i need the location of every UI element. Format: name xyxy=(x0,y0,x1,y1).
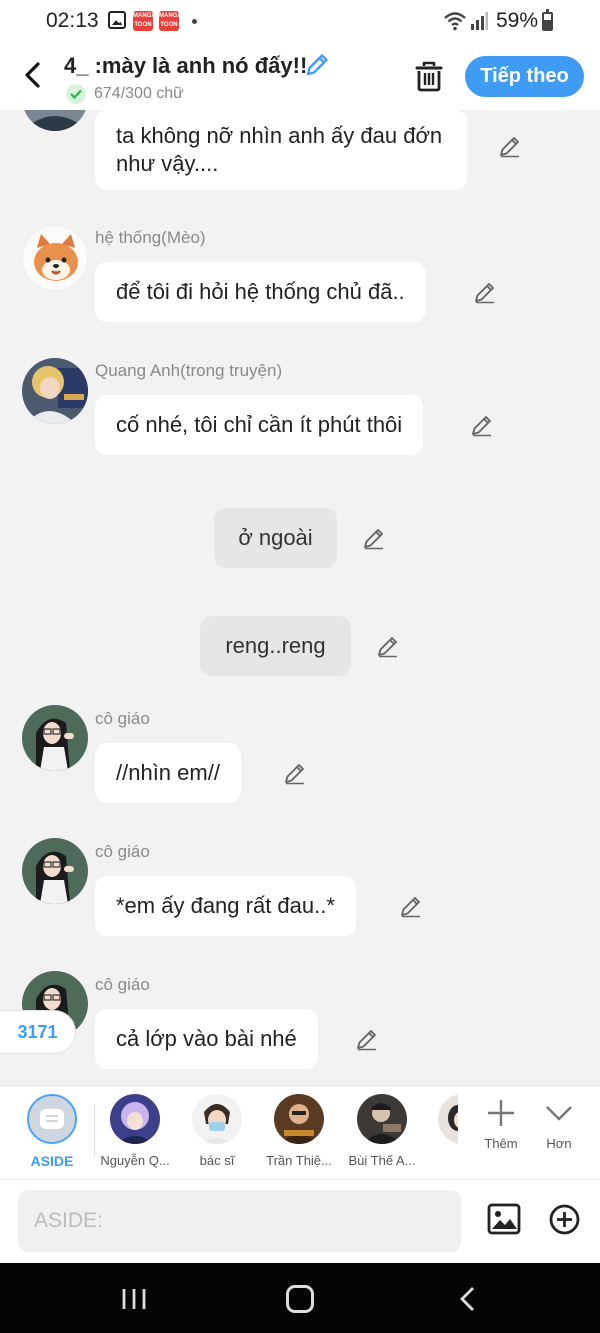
pencil-icon[interactable] xyxy=(355,1027,379,1051)
character-item[interactable] xyxy=(416,1094,458,1153)
signal-icon xyxy=(471,12,488,30)
battery-percent: 59% xyxy=(496,9,539,32)
message-bubble[interactable]: *em ấy đang rất đau..* xyxy=(95,876,356,936)
battery-icon xyxy=(542,9,553,31)
character-name: bác sĩ xyxy=(199,1153,235,1168)
input-bar xyxy=(0,1180,600,1263)
pencil-icon[interactable] xyxy=(304,52,330,78)
avatar xyxy=(357,1094,407,1144)
pencil-icon[interactable] xyxy=(498,134,522,158)
mangatoon-notification-icon: MANGA TOON xyxy=(133,11,156,31)
pencil-icon[interactable] xyxy=(376,634,400,658)
pencil-icon[interactable] xyxy=(473,280,497,304)
content-count-badge[interactable]: 3171 xyxy=(0,1010,76,1054)
pencil-icon[interactable] xyxy=(470,413,494,437)
editor-header: 4_ :mày là anh nó đấy!! 674/300 chữ Tiếp… xyxy=(0,44,600,110)
chat-area[interactable]: ta không nỡ nhìn anh ấy đau đớn như vậy.… xyxy=(0,110,600,1085)
avatar[interactable] xyxy=(22,838,88,904)
avatar xyxy=(192,1094,242,1144)
more-label: Hơn xyxy=(546,1136,572,1151)
sender-name: cô giáo xyxy=(95,975,150,994)
recents-icon[interactable] xyxy=(120,1287,148,1311)
chevron-down-icon xyxy=(546,1106,572,1121)
character-name: Bùi Thế A... xyxy=(348,1153,416,1168)
character-aside[interactable]: ASIDE xyxy=(10,1094,94,1169)
character-item[interactable]: Trần Thiệ... xyxy=(257,1094,341,1168)
character-bar: ASIDE Nguyễn Q... bác sĩ Trần Thiệ... Bù… xyxy=(0,1085,600,1179)
message-bubble[interactable]: //nhìn em// xyxy=(95,743,241,803)
back-icon[interactable] xyxy=(20,60,46,90)
add-character-button[interactable]: Thêm xyxy=(473,1098,529,1151)
avatar[interactable] xyxy=(22,225,88,291)
status-bar: 02:13 MANGA TOON MANGA TOON 59% xyxy=(0,0,600,44)
more-notifications-dot xyxy=(192,19,197,24)
pencil-icon[interactable] xyxy=(283,761,307,785)
avatar xyxy=(110,1094,160,1144)
plus-icon xyxy=(488,1100,514,1126)
trash-icon[interactable] xyxy=(414,60,444,92)
home-icon[interactable] xyxy=(286,1285,314,1313)
mangatoon-notification-icon: MANGA TOON xyxy=(159,11,182,31)
word-count: 674/300 chữ xyxy=(66,84,184,104)
character-item[interactable]: Bùi Thế A... xyxy=(340,1094,424,1168)
expand-characters-button[interactable]: Hơn xyxy=(531,1098,587,1151)
message-bubble[interactable]: cả lớp vào bài nhé xyxy=(95,1009,318,1069)
aside-icon xyxy=(27,1094,77,1144)
message-bubble[interactable]: cố nhé, tôi chỉ cần ít phút thôi xyxy=(95,395,424,455)
chapter-title[interactable]: 4_ :mày là anh nó đấy!! xyxy=(64,53,307,79)
next-button[interactable]: Tiếp theo xyxy=(465,56,584,97)
character-name: Trần Thiệ... xyxy=(266,1153,332,1168)
narration-bubble[interactable]: reng..reng xyxy=(200,616,351,676)
character-name: ASIDE xyxy=(30,1153,74,1169)
aside-input[interactable] xyxy=(18,1190,461,1252)
sender-name: cô giáo xyxy=(95,842,150,861)
status-time: 02:13 xyxy=(46,9,99,32)
avatar xyxy=(438,1094,458,1144)
system-nav-bar xyxy=(0,1263,600,1333)
add-circle-icon[interactable] xyxy=(549,1204,580,1235)
sender-name: Quang Anh(trong truyện) xyxy=(95,361,283,380)
character-item[interactable]: bác sĩ xyxy=(175,1094,259,1168)
wifi-icon xyxy=(444,12,466,31)
gallery-notification-icon xyxy=(108,11,126,29)
character-name: Nguyễn Q... xyxy=(100,1153,170,1168)
avatar[interactable] xyxy=(22,705,88,771)
add-label: Thêm xyxy=(484,1136,518,1151)
back-icon[interactable] xyxy=(458,1285,478,1313)
character-item[interactable]: Nguyễn Q... xyxy=(93,1094,177,1168)
pencil-icon[interactable] xyxy=(362,526,386,550)
sender-name: hệ thống(Mèo) xyxy=(95,228,206,247)
pencil-icon[interactable] xyxy=(399,894,423,918)
avatar[interactable] xyxy=(22,110,88,131)
word-count-text: 674/300 chữ xyxy=(94,85,184,102)
avatar xyxy=(274,1094,324,1144)
image-icon[interactable] xyxy=(487,1203,521,1235)
message-bubble[interactable]: ta không nỡ nhìn anh ấy đau đớn như vậy.… xyxy=(95,110,467,190)
check-icon xyxy=(66,84,86,104)
narration-bubble[interactable]: ở ngoài xyxy=(214,508,337,568)
avatar[interactable] xyxy=(22,358,88,424)
sender-name: cô giáo xyxy=(95,709,150,728)
message-bubble[interactable]: để tôi đi hỏi hệ thống chủ đã.. xyxy=(95,262,426,322)
